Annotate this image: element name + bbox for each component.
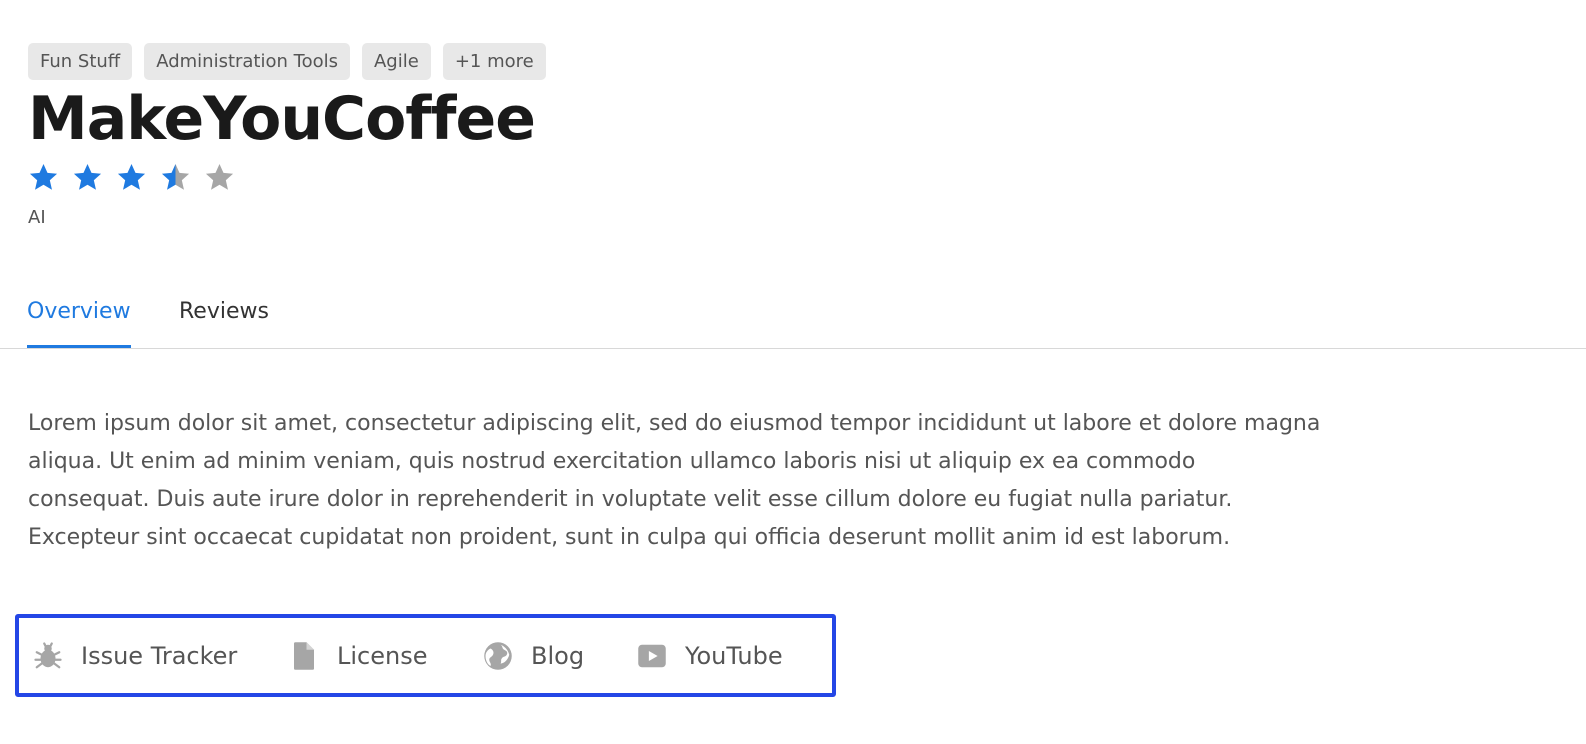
tag-more[interactable]: +1 more xyxy=(442,43,546,80)
license-link[interactable]: License xyxy=(289,618,427,693)
author-name: AI xyxy=(28,207,46,228)
issue-tracker-link[interactable]: Issue Tracker xyxy=(33,618,237,693)
globe-icon xyxy=(484,641,512,670)
youtube-label: YouTube xyxy=(685,641,783,670)
star-icon xyxy=(205,163,234,190)
youtube-link[interactable]: YouTube xyxy=(637,618,783,693)
tab-bar: Overview Reviews xyxy=(0,290,1586,349)
blog-label: Blog xyxy=(531,641,585,670)
blog-link[interactable]: Blog xyxy=(483,618,584,693)
star-icon xyxy=(117,163,146,190)
tab-overview[interactable]: Overview xyxy=(27,290,131,348)
youtube-icon xyxy=(638,644,666,667)
issue-tracker-label: Issue Tracker xyxy=(81,641,238,670)
tab-reviews[interactable]: Reviews xyxy=(179,290,269,347)
category-tags: Fun Stuff Administration Tools Agile +1 … xyxy=(28,43,546,80)
star-icon xyxy=(161,163,190,190)
document-icon xyxy=(294,641,314,670)
tag-agile[interactable]: Agile xyxy=(361,43,431,80)
resource-links: Issue Tracker License Blog YouTube xyxy=(15,614,836,697)
bug-icon xyxy=(34,641,62,668)
star-rating xyxy=(28,162,235,193)
star-icon xyxy=(73,163,102,190)
app-title: MakeYouCoffee xyxy=(28,84,536,154)
star-icon xyxy=(29,163,58,190)
license-label: License xyxy=(337,641,428,670)
app-description: Lorem ipsum dolor sit amet, consectetur … xyxy=(28,411,1321,550)
tag-fun-stuff[interactable]: Fun Stuff xyxy=(28,43,133,80)
tag-administration-tools[interactable]: Administration Tools xyxy=(144,43,350,80)
